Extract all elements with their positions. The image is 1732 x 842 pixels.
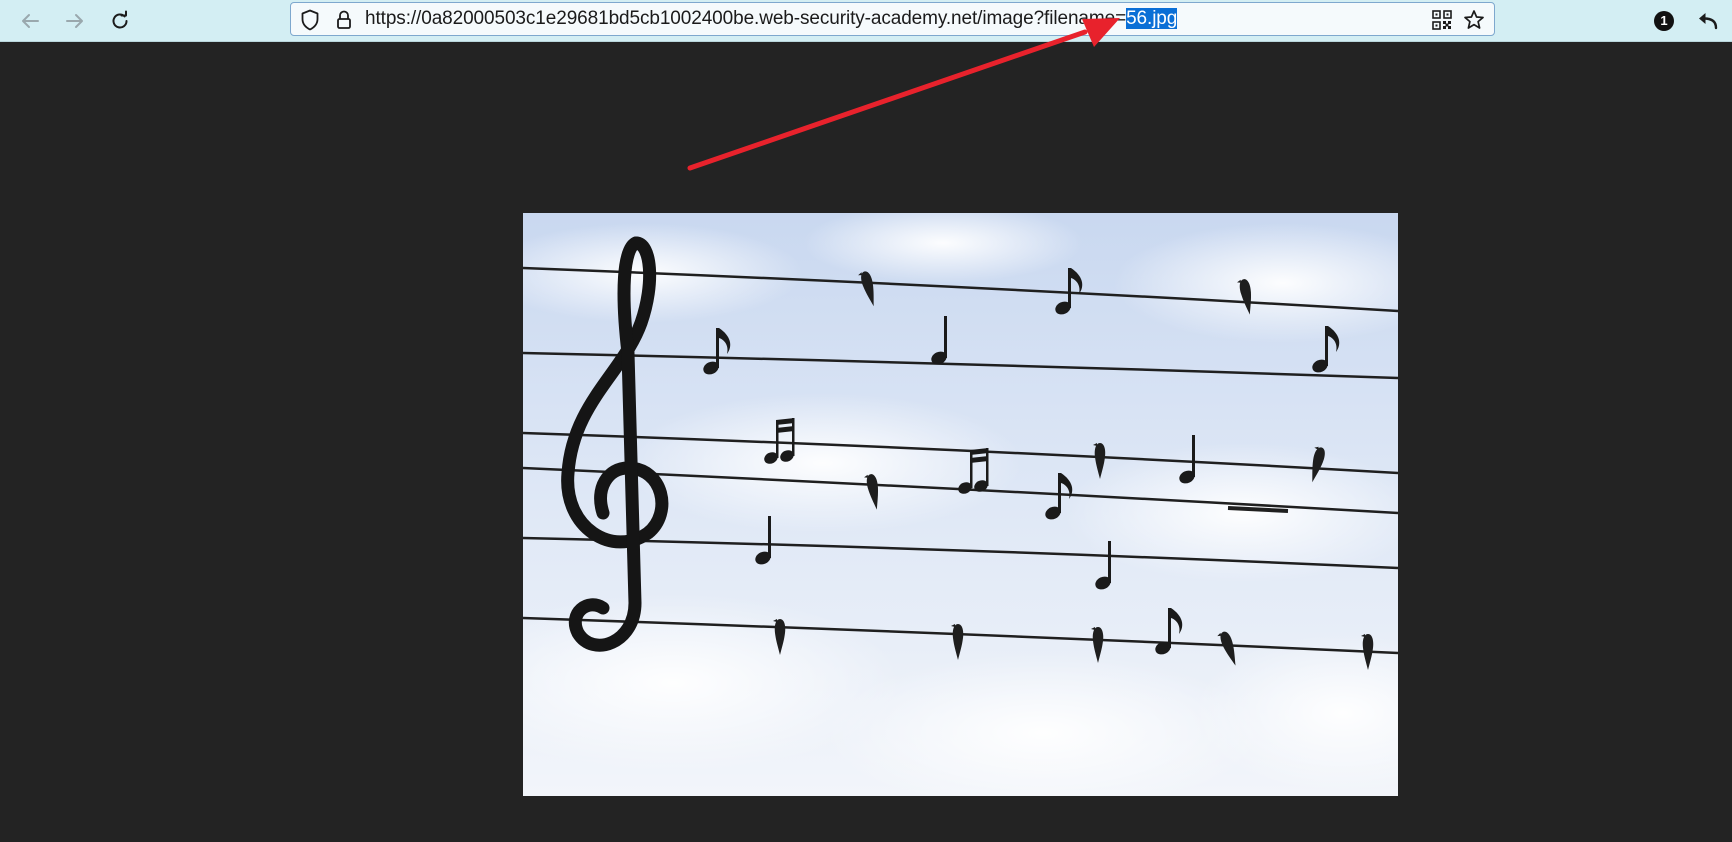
viewed-image[interactable] — [523, 213, 1398, 796]
url-filename-parameter: 56.jpg — [1126, 8, 1178, 29]
qr-code-icon[interactable] — [1430, 8, 1454, 32]
url-text[interactable]: https://0a82000503c1e29681bd5cb1002400be… — [365, 3, 1177, 35]
undo-arrow-icon — [1699, 13, 1718, 30]
browser-toolbar: https://0a82000503c1e29681bd5cb1002400be… — [0, 0, 1732, 42]
address-bar[interactable]: https://0a82000503c1e29681bd5cb1002400be… — [290, 2, 1495, 36]
reload-button[interactable] — [102, 3, 138, 39]
music-birds-image — [523, 213, 1398, 796]
url-prefix: https://0a82000503c1e29681bd5cb1002400be… — [365, 8, 1127, 29]
forward-button[interactable] — [57, 3, 93, 39]
shield-icon[interactable] — [298, 8, 322, 32]
star-icon[interactable] — [1462, 8, 1486, 32]
extension-badge: 1 — [1654, 11, 1674, 31]
arrow-left-icon — [22, 14, 39, 28]
back-button[interactable] — [12, 3, 48, 39]
extension-button[interactable]: 1 — [1646, 3, 1682, 39]
image-viewer — [0, 42, 1732, 842]
undo-button[interactable] — [1690, 3, 1726, 39]
arrow-right-icon — [66, 14, 83, 28]
reload-icon — [112, 10, 128, 29]
lock-icon[interactable] — [332, 8, 356, 32]
